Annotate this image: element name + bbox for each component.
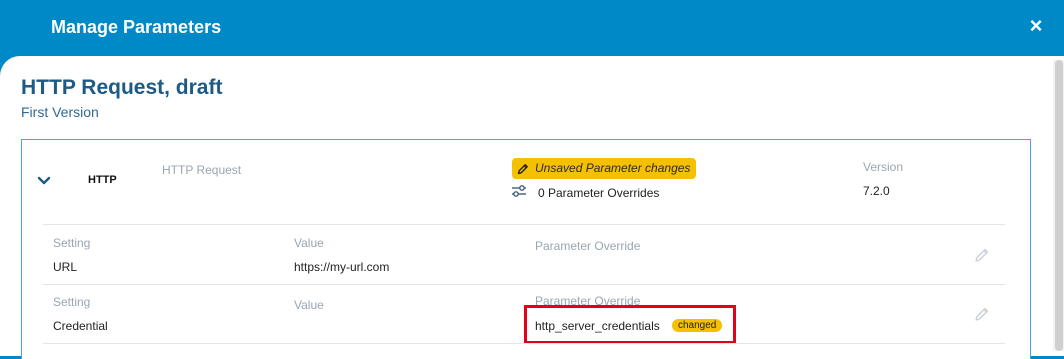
value-label: Value <box>294 298 324 312</box>
edit-pencil-icon[interactable] <box>974 247 990 263</box>
setting-label: Setting <box>53 236 91 250</box>
setting-label: Setting <box>53 295 91 309</box>
setting-current-value: https://my-url.com <box>294 260 390 274</box>
setting-value: URL <box>53 260 78 274</box>
page-title: HTTP Request, draft <box>21 76 223 99</box>
unsaved-changes-label: Unsaved Parameter changes <box>535 161 691 175</box>
value-label: Value <box>294 236 324 250</box>
page-subtitle: First Version <box>21 104 99 120</box>
parameter-overrides-count: 0 Parameter Overrides <box>538 186 660 200</box>
version-value: 7.2.0 <box>863 184 890 198</box>
scrollbar-thumb[interactable] <box>1055 60 1063 351</box>
row-divider <box>43 284 1005 285</box>
version-label: Version <box>863 160 904 174</box>
component-type: HTTP Request <box>162 163 242 177</box>
pencil-icon <box>517 163 528 174</box>
row-divider <box>43 343 1005 344</box>
component-name: HTTP <box>88 174 117 186</box>
unsaved-changes-badge: Unsaved Parameter changes <box>512 158 697 179</box>
row-divider <box>43 224 1005 225</box>
setting-value: Credential <box>53 319 108 333</box>
sliders-icon <box>512 185 526 197</box>
highlight-annotation <box>524 305 736 344</box>
parameter-override-label: Parameter Override <box>535 239 641 253</box>
chevron-down-icon[interactable] <box>36 175 52 187</box>
edit-pencil-icon[interactable] <box>974 306 990 322</box>
modal-title: Manage Parameters <box>51 17 222 37</box>
close-button[interactable]: × <box>1025 15 1047 37</box>
